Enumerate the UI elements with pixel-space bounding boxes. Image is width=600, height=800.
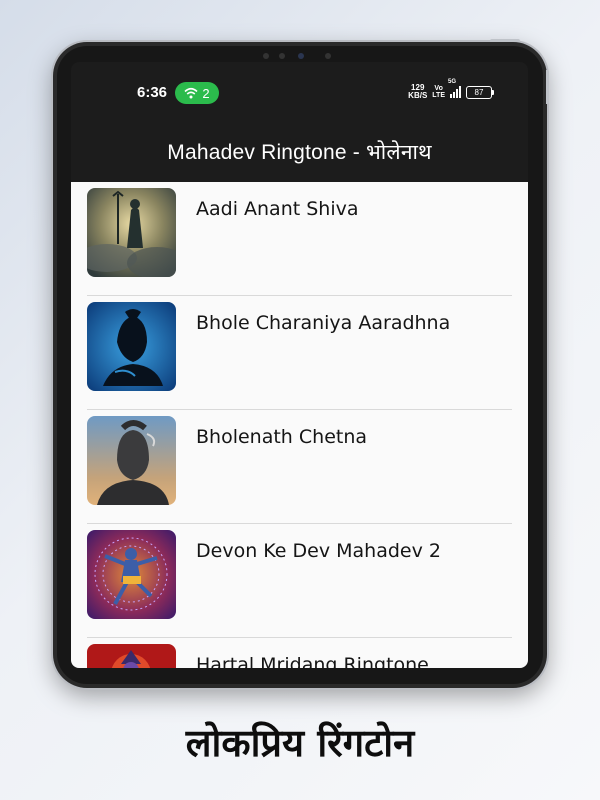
- volte-bottom: LTE: [432, 92, 445, 99]
- sensor-dot: [263, 53, 269, 59]
- ringtone-title: Devon Ke Dev Mahadev 2: [196, 540, 441, 562]
- app-title: Mahadev Ringtone - भोलेनाथ: [167, 141, 432, 164]
- volte-top: Vo: [434, 85, 443, 92]
- ringtone-item[interactable]: Devon Ke Dev Mahadev 2: [71, 524, 528, 638]
- battery-level: 87: [474, 87, 484, 97]
- app-screen: 6:36 2 129 KB/S Vo LTE 5G 87 Mahadev Rin…: [71, 62, 528, 668]
- sensor-dot: [279, 53, 285, 59]
- shiva-red-thumbnail: [87, 644, 176, 668]
- ringtone-list[interactable]: Aadi Anant Shiva Bhole Charaniya Aaradhn…: [71, 182, 528, 668]
- ringtone-title: Bholenath Chetna: [196, 426, 368, 448]
- status-icons: 129 KB/S Vo LTE 5G 87: [408, 79, 494, 100]
- ringtone-title: Aadi Anant Shiva: [196, 198, 359, 220]
- shiva-clouds-thumbnail: [87, 188, 176, 277]
- sensor-dot: [325, 53, 331, 59]
- ringtone-item[interactable]: Bhole Charaniya Aaradhna: [71, 296, 528, 410]
- app-bar: Mahadev Ringtone - भोलेनाथ: [71, 122, 528, 182]
- volume-button: [546, 70, 549, 104]
- ringtone-item[interactable]: Hartal Mridang Ringtone: [71, 638, 528, 668]
- adiyogi-statue-thumbnail: [87, 416, 176, 505]
- shiva-silhouette-thumbnail: [87, 302, 176, 391]
- hotspot-count: 2: [202, 85, 210, 101]
- dancing-shiva-thumbnail: [87, 530, 176, 619]
- battery-icon: 87: [466, 85, 494, 99]
- ringtone-title: Hartal Mridang Ringtone: [196, 654, 429, 668]
- volte-indicator: Vo LTE: [432, 85, 445, 99]
- network-speed: 129 KB/S: [408, 84, 427, 100]
- power-button: [490, 39, 520, 42]
- hotspot-indicator[interactable]: 2: [175, 82, 219, 104]
- ringtone-title: Bhole Charaniya Aaradhna: [196, 312, 451, 334]
- signal-strength-icon: 5G: [448, 79, 461, 98]
- status-time: 6:36: [137, 84, 168, 101]
- camera-bar: [57, 51, 543, 59]
- ringtone-item[interactable]: Aadi Anant Shiva: [71, 182, 528, 296]
- wifi-hotspot-icon: [184, 87, 198, 99]
- ringtone-item[interactable]: Bholenath Chetna: [71, 410, 528, 524]
- page-caption: लोकप्रिय रिंगटोन: [185, 721, 415, 765]
- camera-lens: [298, 53, 304, 59]
- network-type: 5G: [448, 79, 457, 85]
- speed-unit: KB/S: [408, 91, 428, 100]
- status-bar: 6:36 2 129 KB/S Vo LTE 5G 87: [71, 62, 528, 122]
